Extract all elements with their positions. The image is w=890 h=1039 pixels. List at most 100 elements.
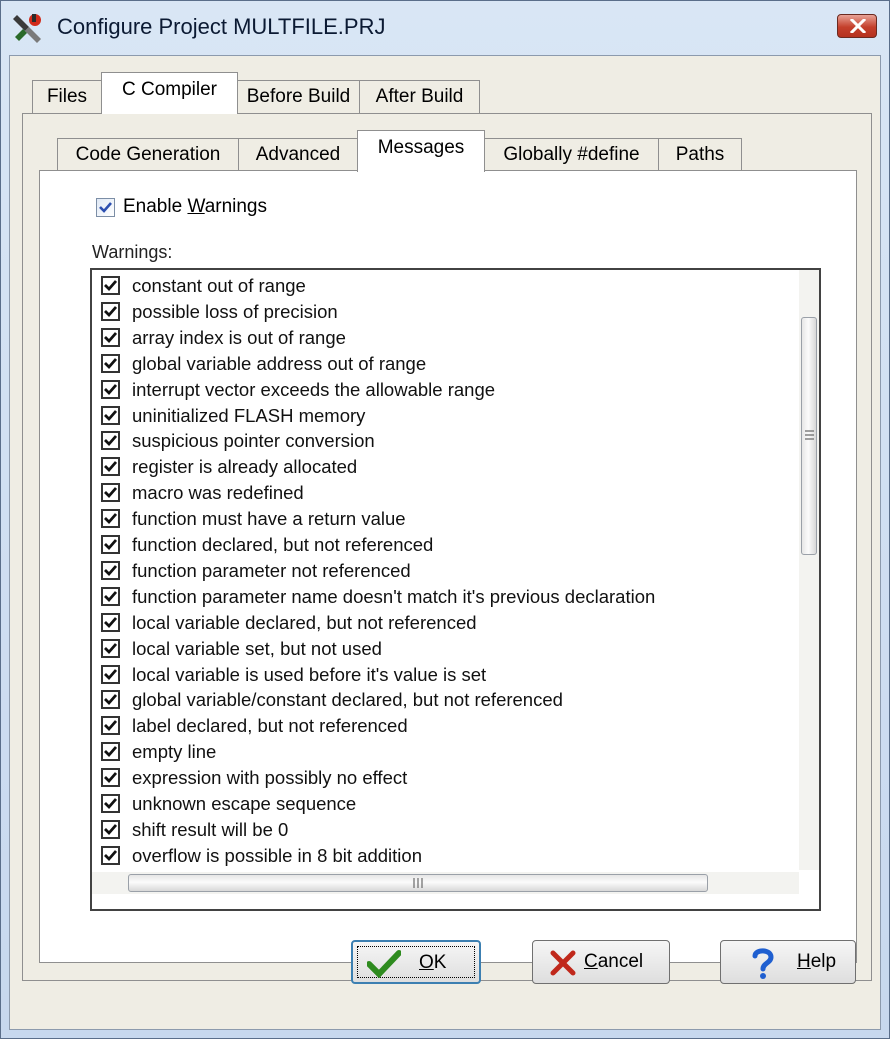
warning-checkbox[interactable] — [101, 509, 120, 529]
warning-checkbox[interactable] — [101, 327, 120, 347]
warning-checkbox[interactable] — [101, 560, 120, 580]
checkmark-icon — [99, 202, 112, 213]
warning-item[interactable]: function parameter name doesn't match it… — [92, 585, 812, 610]
warning-item[interactable]: suspicious pointer conversion — [92, 429, 812, 454]
tab-c-compiler[interactable]: C Compiler — [101, 72, 238, 114]
checkmark-icon — [104, 590, 118, 602]
warning-checkbox[interactable] — [101, 431, 120, 451]
warning-item[interactable]: function declared, but not referenced — [92, 533, 812, 558]
warning-item[interactable]: array index is out of range — [92, 326, 812, 351]
c-compiler-panel: Code Generation Advanced Messages Global… — [22, 113, 872, 981]
checkmark-icon — [104, 305, 118, 317]
warning-label: function must have a return value — [132, 508, 406, 530]
warning-checkbox[interactable] — [101, 353, 120, 373]
horizontal-scroll-thumb[interactable] — [128, 874, 708, 892]
checkmark-icon — [104, 383, 118, 395]
project-tools-icon — [13, 14, 41, 43]
horizontal-scrollbar[interactable] — [92, 872, 799, 894]
warning-checkbox[interactable] — [101, 690, 120, 710]
tab-code-generation[interactable]: Code Generation — [57, 138, 239, 171]
tab-after-build[interactable]: After Build — [359, 80, 480, 113]
warning-checkbox[interactable] — [101, 405, 120, 425]
warning-checkbox[interactable] — [101, 483, 120, 503]
cancel-button[interactable]: Cancel — [532, 940, 670, 984]
warning-item[interactable]: function must have a return value — [92, 507, 812, 532]
warning-item[interactable]: unknown escape sequence — [92, 792, 812, 817]
warning-label: function declared, but not referenced — [132, 534, 434, 555]
warning-checkbox[interactable] — [101, 664, 120, 684]
checkmark-icon — [104, 720, 118, 732]
warning-checkbox[interactable] — [101, 716, 120, 736]
warnings-label: Warnings: — [92, 242, 173, 262]
warning-checkbox[interactable] — [101, 301, 120, 321]
tab-advanced[interactable]: Advanced — [238, 138, 358, 171]
warning-item[interactable]: uninitialized FLASH memory — [92, 404, 812, 429]
help-button[interactable]: Help — [720, 940, 856, 984]
warning-checkbox[interactable] — [101, 819, 120, 839]
warning-item[interactable]: constant out of range — [92, 274, 812, 299]
warning-item[interactable]: macro was redefined — [92, 481, 812, 506]
checkmark-icon — [104, 513, 118, 525]
warning-item[interactable]: expression with possibly no effect — [92, 766, 812, 791]
tab-messages[interactable]: Messages — [357, 130, 485, 172]
warning-checkbox[interactable] — [101, 379, 120, 399]
warning-checkbox[interactable] — [101, 612, 120, 632]
warnings-listbox[interactable]: constant out of range possible loss of pr… — [90, 268, 821, 911]
warning-label: local variable is used before it's value… — [132, 663, 487, 685]
tab-files[interactable]: Files — [32, 80, 102, 113]
enable-warnings-check-box[interactable] — [96, 198, 115, 217]
warning-checkbox[interactable] — [101, 845, 120, 865]
checkmark-icon — [104, 357, 118, 369]
checkmark-icon — [104, 487, 118, 499]
warning-item[interactable]: local variable declared, but not referen… — [92, 611, 812, 636]
close-button[interactable] — [837, 14, 877, 38]
ok-label: OK — [419, 952, 447, 973]
vertical-scroll-thumb[interactable] — [801, 317, 817, 555]
warning-checkbox[interactable] — [101, 768, 120, 788]
tab-globally-define[interactable]: Globally #define — [484, 138, 659, 171]
warning-checkbox[interactable] — [101, 535, 120, 554]
warning-label: local variable declared, but not referen… — [132, 611, 477, 633]
close-icon — [850, 19, 866, 33]
warning-label: overflow is possible in 8 bit addition — [132, 844, 422, 866]
warning-item[interactable]: local variable is used before it's value… — [92, 663, 812, 688]
title-bar[interactable]: Configure Project MULTFILE.PRJ — [1, 1, 889, 55]
tab-paths[interactable]: Paths — [658, 138, 742, 171]
enable-warnings-checkbox[interactable]: Enable Warnings — [96, 195, 336, 221]
warning-checkbox[interactable] — [101, 638, 120, 658]
warning-item[interactable]: register is already allocated — [92, 455, 812, 480]
warning-item[interactable]: possible loss of precision — [92, 300, 812, 325]
warning-checkbox[interactable] — [101, 276, 120, 295]
warning-item[interactable]: function parameter not referenced — [92, 559, 812, 584]
warning-item[interactable]: global variable/constant declared, but n… — [92, 688, 812, 713]
warning-label: local variable set, but not used — [132, 637, 382, 659]
warning-item[interactable]: global variable address out of range — [92, 352, 812, 377]
checkmark-icon — [104, 539, 118, 551]
grip-icon — [805, 430, 814, 440]
warning-label: empty line — [132, 741, 217, 763]
warning-label: expression with possibly no effect — [132, 767, 408, 789]
warning-label: global variable address out of range — [132, 352, 427, 374]
warning-label: constant out of range — [132, 275, 306, 296]
warning-item[interactable]: shift result will be 0 — [92, 818, 812, 843]
warning-item[interactable]: local variable set, but not used — [92, 637, 812, 662]
warning-label: global variable/constant declared, but n… — [132, 689, 563, 711]
warning-item[interactable]: label declared, but not referenced — [92, 714, 812, 739]
checkmark-icon — [104, 616, 118, 628]
warning-item[interactable]: empty line — [92, 740, 812, 765]
checkmark-icon — [104, 823, 118, 835]
dialog-window: Configure Project MULTFILE.PRJ Files C C… — [0, 0, 890, 1039]
warning-label: uninitialized FLASH memory — [132, 404, 366, 426]
warning-item[interactable]: overflow is possible in 8 bit addition — [92, 844, 812, 869]
tab-before-build[interactable]: Before Build — [237, 80, 360, 113]
checkmark-icon — [104, 642, 118, 654]
vertical-scrollbar[interactable] — [799, 270, 819, 870]
warning-item[interactable]: interrupt vector exceeds the allowable r… — [92, 378, 812, 403]
warning-checkbox[interactable] — [101, 794, 120, 813]
checkmark-icon — [104, 331, 118, 343]
warning-checkbox[interactable] — [101, 586, 120, 606]
ok-button[interactable]: OK — [351, 940, 481, 984]
checkmark-icon — [104, 746, 118, 758]
warning-checkbox[interactable] — [101, 457, 120, 477]
warning-checkbox[interactable] — [101, 742, 120, 762]
